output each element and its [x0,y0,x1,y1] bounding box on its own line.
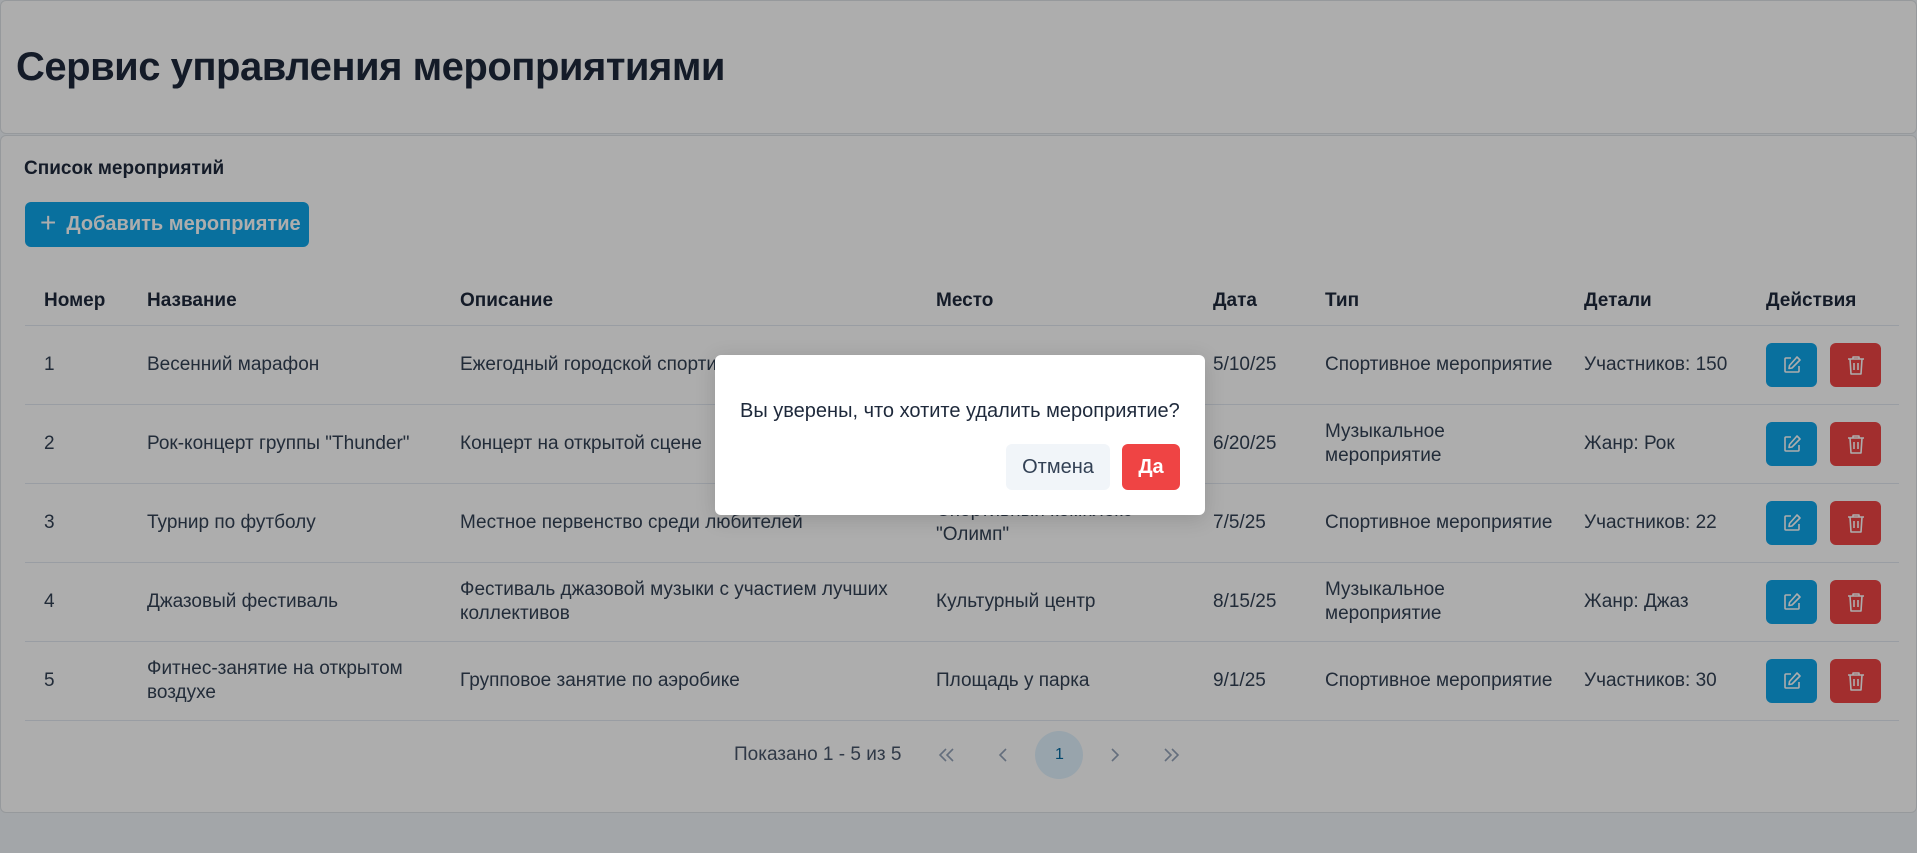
confirm-delete-button[interactable]: Да [1122,444,1180,490]
confirm-delete-dialog: Вы уверены, что хотите удалить мероприят… [715,355,1205,515]
cancel-button[interactable]: Отмена [1006,444,1110,490]
dialog-message: Вы уверены, что хотите удалить мероприят… [740,400,1180,422]
